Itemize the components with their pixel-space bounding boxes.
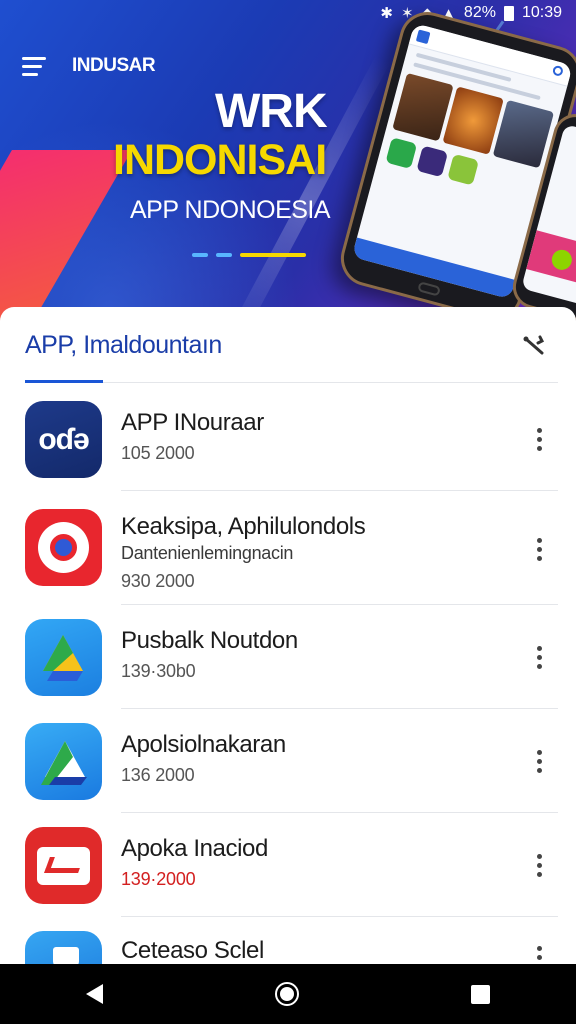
app-name: Pusbalk Noutdon bbox=[121, 627, 298, 654]
app-list-item[interactable]: Keaksipa, Aphilulondols Dantenienlemingn… bbox=[0, 491, 576, 605]
status-bar: ✱ ✶ ◆ ▲ 82% 10:39 bbox=[0, 0, 576, 26]
hero-subtitle: APP NDONOESIA bbox=[130, 196, 331, 224]
back-icon[interactable] bbox=[86, 984, 103, 1004]
more-options-icon[interactable] bbox=[526, 939, 552, 964]
red-circle-refresh-icon bbox=[25, 509, 102, 586]
hero-banner[interactable]: ✱ ✶ ◆ ▲ 82% 10:39 INDUSAR WRK INDONISAI … bbox=[0, 0, 576, 330]
app-meta: 139·30b0 bbox=[121, 661, 196, 681]
app-name: Ceteaso Sclel bbox=[121, 937, 264, 964]
hero-accent-line bbox=[216, 253, 232, 257]
more-options-icon[interactable] bbox=[526, 531, 552, 567]
hero-accent-line bbox=[240, 253, 306, 257]
app-list-item[interactable]: Apolsiolnakaran 136 2000 bbox=[0, 709, 576, 813]
battery-percent: 82% bbox=[463, 4, 496, 21]
system-nav-bar bbox=[0, 964, 576, 1024]
hero-accent-line bbox=[192, 253, 208, 257]
app-meta: 105 2000 bbox=[121, 443, 195, 463]
hero-title-line2: INDONISAI bbox=[113, 136, 327, 184]
app-name: APP INouraar bbox=[121, 409, 264, 436]
app-description: Dantenienlemingnacin bbox=[121, 543, 294, 563]
app-meta: 136 2000 bbox=[121, 765, 195, 785]
app-list-sheet: APP, Imaldountaın oɗə APP INouraar 105 2… bbox=[0, 307, 576, 964]
red-arrow-card-icon bbox=[25, 827, 102, 904]
app-list-item[interactable]: Pusbalk Noutdon 139·30b0 bbox=[0, 605, 576, 709]
app-name: Keaksipa, Aphilulondols bbox=[121, 513, 366, 540]
app-list-item[interactable]: oɗə APP INouraar 105 2000 bbox=[0, 387, 576, 491]
recents-icon[interactable] bbox=[471, 984, 490, 1004]
blue-square-logo-icon: oɗə bbox=[25, 401, 102, 478]
app-list-item[interactable]: Apoka Inaciod 139·2000 bbox=[0, 813, 576, 917]
more-options-icon[interactable] bbox=[526, 421, 552, 457]
drive-triangle-icon bbox=[25, 723, 102, 800]
battery-icon bbox=[503, 5, 514, 21]
menu-icon[interactable] bbox=[22, 57, 46, 76]
app-name: Apolsiolnakaran bbox=[121, 731, 286, 758]
more-options-icon[interactable] bbox=[526, 639, 552, 675]
app-meta: 139·2000 bbox=[121, 869, 196, 889]
drive-triangle-icon bbox=[25, 619, 102, 696]
tab-track bbox=[25, 382, 558, 383]
home-icon[interactable] bbox=[275, 982, 299, 1006]
tools-icon[interactable] bbox=[520, 331, 548, 359]
blue-cup-icon bbox=[25, 931, 102, 964]
more-options-icon[interactable] bbox=[526, 743, 552, 779]
bluetooth-icon: ✱ bbox=[380, 5, 393, 22]
clock: 10:39 bbox=[521, 4, 562, 21]
app-brand: INDUSAR bbox=[72, 55, 156, 76]
app-meta: 930 2000 bbox=[121, 571, 195, 591]
app-name: Apoka Inaciod bbox=[121, 835, 268, 862]
more-options-icon[interactable] bbox=[526, 847, 552, 883]
tab-indicator bbox=[25, 380, 103, 383]
app-list-item[interactable]: Ceteaso Sclel bbox=[0, 917, 576, 964]
section-title[interactable]: APP, Imaldountaın bbox=[25, 331, 222, 360]
